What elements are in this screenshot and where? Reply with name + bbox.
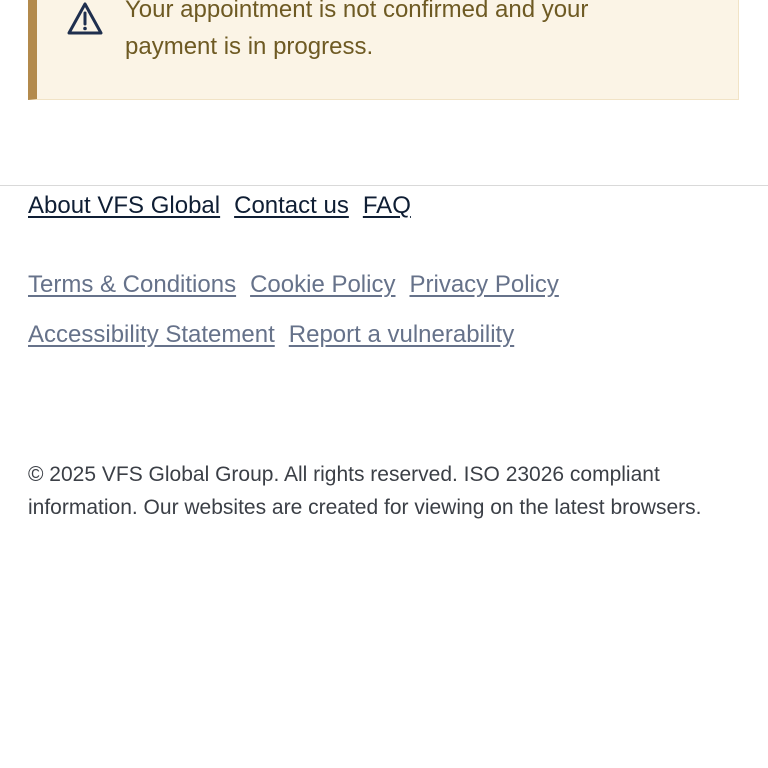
contact-us-link[interactable]: Contact us bbox=[234, 190, 349, 222]
payment-status-alert: Your appointment is not confirmed and yo… bbox=[28, 0, 739, 100]
footer-divider bbox=[0, 185, 768, 186]
about-vfs-global-link[interactable]: About VFS Global bbox=[28, 190, 220, 222]
report-vulnerability-link[interactable]: Report a vulnerability bbox=[289, 319, 514, 351]
terms-conditions-link[interactable]: Terms & Conditions bbox=[28, 269, 236, 301]
faq-link[interactable]: FAQ bbox=[363, 190, 411, 222]
page: Your appointment is not confirmed and yo… bbox=[0, 0, 768, 768]
cookie-policy-link[interactable]: Cookie Policy bbox=[250, 269, 395, 301]
footer-legal-links: Terms & Conditions Cookie Policy Privacy… bbox=[28, 269, 559, 301]
footer-legal-links-row2: Accessibility Statement Report a vulnera… bbox=[28, 319, 514, 351]
accessibility-statement-link[interactable]: Accessibility Statement bbox=[28, 319, 275, 351]
copyright-text: © 2025 VFS Global Group. All rights rese… bbox=[28, 463, 702, 519]
warning-triangle-icon bbox=[65, 0, 105, 39]
alert-message: Your appointment is not confirmed and yo… bbox=[125, 0, 589, 60]
footer-primary-links: About VFS Global Contact us FAQ bbox=[28, 190, 411, 222]
privacy-policy-link[interactable]: Privacy Policy bbox=[409, 269, 558, 301]
